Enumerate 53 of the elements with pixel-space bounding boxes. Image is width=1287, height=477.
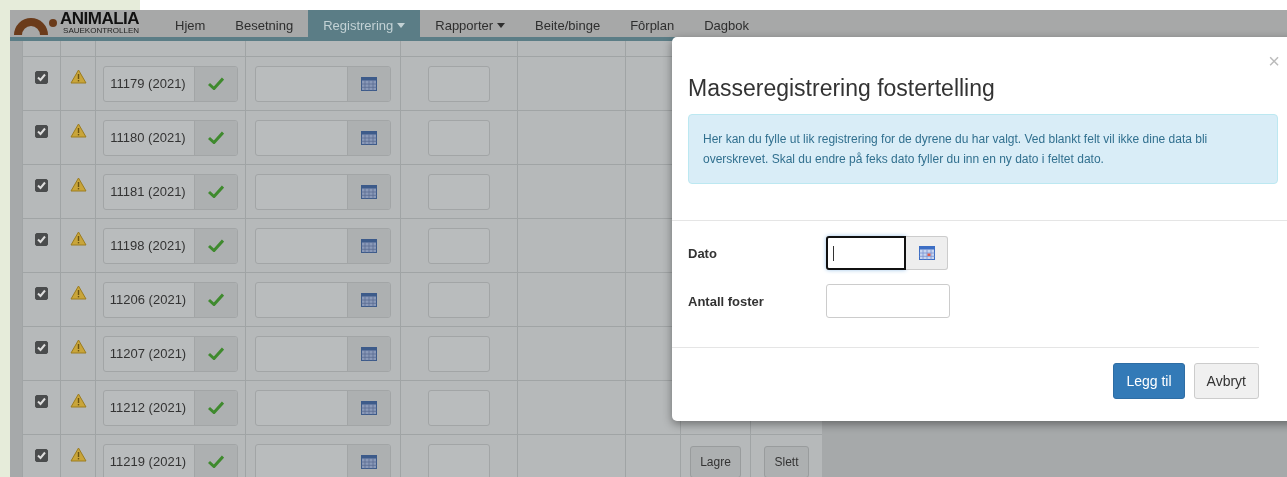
nav-tab[interactable]: Besetning bbox=[220, 10, 309, 37]
checkbox[interactable] bbox=[35, 449, 48, 462]
date-field[interactable] bbox=[255, 173, 391, 210]
calendar-icon bbox=[361, 130, 377, 145]
date-field[interactable] bbox=[255, 443, 391, 477]
field-label: Dato bbox=[688, 245, 718, 261]
logo-icon bbox=[12, 15, 58, 35]
date-field[interactable] bbox=[255, 227, 391, 264]
calendar-icon bbox=[361, 400, 377, 415]
add-button[interactable]: Legg til bbox=[1113, 363, 1185, 399]
date-input[interactable] bbox=[826, 236, 906, 270]
save-button[interactable]: Lagre bbox=[690, 445, 741, 477]
date-field[interactable] bbox=[255, 119, 391, 156]
id-field[interactable]: 11181 (2021) bbox=[103, 173, 238, 210]
nav-tab[interactable]: Hjem bbox=[160, 10, 221, 37]
checkbox[interactable] bbox=[35, 179, 48, 192]
delete-button[interactable]: Slett bbox=[764, 445, 809, 477]
field-label: Antall foster bbox=[688, 293, 765, 309]
id-field[interactable]: 11219 (2021) bbox=[102, 443, 239, 477]
id-field[interactable]: 11179 (2021) bbox=[103, 65, 238, 102]
checkbox[interactable] bbox=[35, 395, 48, 408]
logo-subtitle: SAUEKONTROLLEN bbox=[63, 27, 140, 35]
nav-tab[interactable]: Fôrplan bbox=[615, 10, 690, 37]
nav-tab[interactable]: Dagbok bbox=[689, 10, 765, 37]
date-field[interactable] bbox=[255, 65, 391, 102]
logo-text: ANIMALIA bbox=[60, 10, 140, 27]
info-message: Her kan du fylle ut lik registrering for de dyrene du har valgt. Ved blankt felt vil ikke dine data bli overskrevet. Skal du endre på feks dato fyller du inn en ny dato i feltet dato. bbox=[688, 114, 1278, 184]
date-field[interactable] bbox=[255, 281, 391, 318]
checkbox[interactable] bbox=[35, 233, 48, 246]
calendar-icon bbox=[361, 292, 377, 307]
id-field[interactable]: 11198 (2021) bbox=[103, 227, 238, 264]
count-input[interactable] bbox=[826, 284, 950, 318]
calendar-button[interactable] bbox=[906, 236, 948, 270]
id-field[interactable]: 11180 (2021) bbox=[103, 119, 238, 156]
calendar-icon bbox=[361, 238, 377, 253]
id-field[interactable]: 11212 (2021) bbox=[102, 389, 239, 426]
date-field[interactable] bbox=[255, 389, 391, 426]
calendar-icon bbox=[361, 184, 377, 199]
calendar-icon bbox=[361, 76, 377, 91]
calendar-icon bbox=[361, 454, 377, 469]
calendar-icon bbox=[918, 246, 935, 260]
checkbox[interactable] bbox=[35, 341, 48, 354]
checkbox[interactable] bbox=[35, 71, 48, 84]
id-field[interactable]: 11207 (2021) bbox=[102, 335, 239, 372]
checkbox[interactable] bbox=[35, 125, 48, 138]
checkbox[interactable] bbox=[35, 287, 48, 300]
modal-title: Masseregistrering fostertelling bbox=[688, 75, 995, 102]
nav-tab[interactable]: Rapporter bbox=[420, 10, 521, 37]
id-field[interactable]: 11206 (2021) bbox=[102, 281, 239, 318]
date-field[interactable] bbox=[255, 335, 391, 372]
calendar-icon bbox=[361, 346, 377, 361]
nav-tab[interactable]: Beite/binge bbox=[520, 10, 616, 37]
cancel-button[interactable]: Avbryt bbox=[1193, 363, 1259, 399]
